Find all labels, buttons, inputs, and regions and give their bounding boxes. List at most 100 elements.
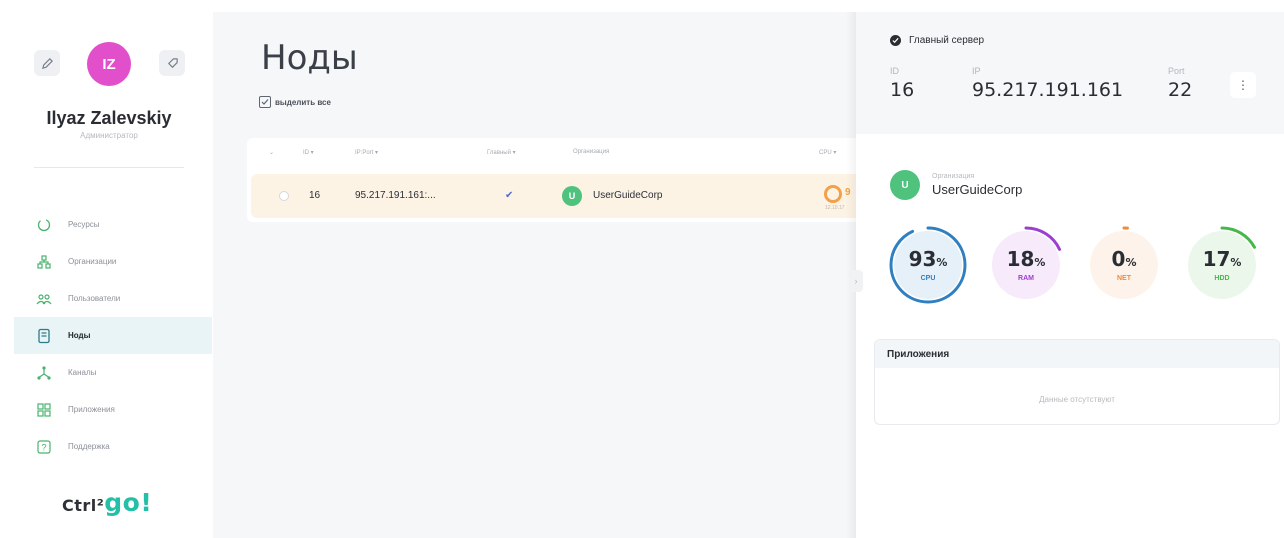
nodes-table: ⌄ ID ▾ IP:Port ▾ Главный ▾ Организация C… [247,138,856,222]
check-circle-icon [890,35,901,46]
sidebar-item-resources[interactable]: Ресурсы [14,206,212,243]
cell-organization: UserGuideCorp [593,190,663,201]
gauge-net: 0% NET [1084,225,1164,305]
id-value: 16 [890,79,915,101]
panel-organization: U Организация UserGuideCorp [890,170,1022,200]
main-server-label: Главный сервер [909,35,985,46]
gauge-value: 0% [1084,247,1164,271]
ip-label: IP [972,66,981,76]
cpu-ring-icon [824,185,842,203]
gauge-cpu: 93% CPU [888,225,968,305]
applications-empty-state: Данные отсутствуют [1039,395,1115,404]
sidebar-item-label: Организации [68,257,117,266]
divider [34,167,184,168]
sort-toggle-icon[interactable]: ⌄ [269,149,274,156]
cell-id: 16 [309,190,321,201]
gauge-value: 18% [986,247,1066,271]
id-field: ID 16 [890,66,914,101]
sidebar-item-support[interactable]: ? Поддержка [14,428,212,465]
table-header: ⌄ ID ▾ IP:Port ▾ Главный ▾ Организация C… [247,138,856,168]
id-label: ID [890,66,899,76]
select-all-label: выделить все [275,97,331,107]
gauge-label: HDD [1214,275,1230,282]
user-name: Ilyaz Zalevskiy [46,108,172,128]
logo-ctrl: Ctrl² [62,496,105,515]
gauge-unit: % [1230,256,1242,269]
main-server-indicator: Главный сервер [890,35,984,46]
page-title: Ноды [261,38,358,78]
avatar[interactable]: IZ [87,42,131,86]
column-header-id[interactable]: ID ▾ [303,149,314,156]
column-header-cpu[interactable]: CPU ▾ [819,149,836,156]
column-header-ip-port[interactable]: IP:Port ▾ [355,149,378,156]
sidebar-item-label: Ноды [68,331,91,340]
sidebar-item-label: Приложения [68,405,115,414]
panel-header: Главный сервер ID 16 IP 95.217.191.161 P… [856,12,1284,134]
gauge-number: 18 [1006,247,1035,271]
sidebar-item-label: Поддержка [68,442,110,451]
gauge-number: 17 [1202,247,1231,271]
checkbox-icon [259,96,271,108]
gauge-value: 17% [1182,247,1262,271]
svg-text:?: ? [41,442,46,452]
sidebar-item-apps[interactable]: Приложения [14,391,212,428]
gauge-label: CPU [920,275,936,282]
sidebar-item-organizations[interactable]: Организации [14,243,212,280]
user-role: Администратор [80,131,138,140]
sidebar: IZ Ilyaz Zalevskiy Администратор Ресурсы… [14,12,212,538]
more-options-button[interactable]: ⋮ [1230,72,1256,98]
org-avatar: U [890,170,920,200]
logout-button[interactable] [159,50,185,76]
gauge-value: 93% [888,247,968,271]
sidebar-nav: Ресурсы Организации Пользователи Ноды Ка… [14,206,212,465]
gauge-unit: % [1034,256,1046,269]
org-name: UserGuideCorp [932,182,1023,197]
resources-icon [36,217,52,233]
support-icon: ? [36,439,52,455]
applications-title: Приложения [875,340,1279,368]
channels-icon [36,365,52,381]
row-select-radio[interactable] [279,191,289,201]
sidebar-item-label: Каналы [68,368,97,377]
sidebar-item-channels[interactable]: Каналы [14,354,212,391]
nodes-icon [36,328,52,344]
main-check-icon: ✔ [505,190,514,201]
gauge-ram: 18% RAM [986,225,1066,305]
column-header-main[interactable]: Главный ▾ [487,149,516,156]
gauge-label: RAM [1018,275,1034,282]
edit-button[interactable] [34,50,60,76]
sidebar-item-label: Ресурсы [68,220,100,229]
port-label: Port [1168,66,1185,76]
org-avatar: U [562,186,582,206]
cell-ip-port: 95.217.191.161:... [355,190,436,201]
sidebar-top-controls: IZ [14,42,212,86]
collapse-panel-button[interactable]: › [849,270,863,292]
select-all-checkbox[interactable]: выделить все [259,96,331,108]
gauge-number: 93 [908,247,937,271]
table-row[interactable]: 16 95.217.191.161:... ✔ U UserGuideCorp … [251,174,856,218]
gauge-hdd: 17% HDD [1182,225,1262,305]
sidebar-item-users[interactable]: Пользователи [14,280,212,317]
apps-icon [36,402,52,418]
gauge-unit: % [1125,256,1137,269]
port-value: 22 [1168,79,1193,101]
gauge-unit: % [936,256,948,269]
users-icon [36,291,52,307]
organizations-icon [36,254,52,270]
column-header-organization[interactable]: Организация [573,149,609,155]
logo: Ctrl²go! [62,488,152,517]
org-label: Организация [932,173,975,180]
cell-cpu-sub: 12.10.17 [825,205,845,211]
ip-value: 95.217.191.161 [972,79,1124,101]
tag-icon [167,57,178,68]
ip-field: IP 95.217.191.161 [972,66,1123,101]
gauge-label: NET [1117,275,1131,282]
sidebar-item-label: Пользователи [68,294,121,303]
sidebar-item-nodes[interactable]: Ноды [14,317,212,354]
applications-section: Приложения Данные отсутствуют [874,339,1280,425]
main-content: Ноды выделить все ⌄ ID ▾ IP:Port ▾ Главн… [213,12,856,538]
port-field: Port 22 [1168,66,1192,101]
node-details-panel: Главный сервер ID 16 IP 95.217.191.161 P… [856,12,1284,538]
pencil-icon [41,57,53,69]
gauge-number: 0 [1111,247,1126,271]
